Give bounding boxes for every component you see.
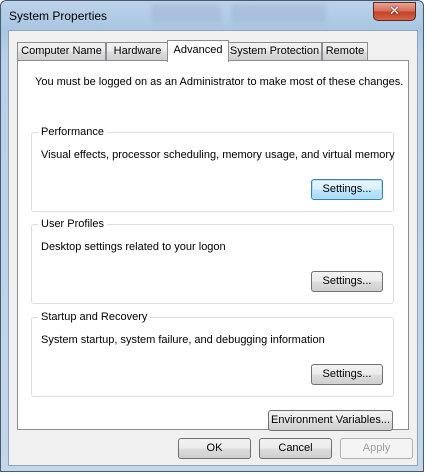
close-button[interactable]: ✕: [373, 2, 416, 21]
startup-recovery-description: System startup, system failure, and debu…: [41, 334, 325, 346]
cancel-button[interactable]: Cancel: [259, 438, 332, 459]
admin-note: You must be logged on as an Administrato…: [35, 76, 404, 88]
user-profiles-description: Desktop settings related to your logon: [41, 241, 226, 253]
startup-recovery-group-title: Startup and Recovery: [38, 311, 151, 323]
window-title: System Properties: [9, 9, 108, 23]
user-profiles-settings-button[interactable]: Settings...: [311, 271, 383, 292]
performance-settings-button[interactable]: Settings...: [311, 179, 383, 200]
tab-computer-name[interactable]: Computer Name: [17, 42, 106, 60]
ok-button[interactable]: OK: [178, 438, 251, 459]
blurred-background: [151, 4, 221, 22]
startup-recovery-group: Startup and Recovery System startup, sys…: [31, 311, 394, 397]
dialog-client-area: Computer Name Hardware Advanced System P…: [8, 30, 418, 466]
close-icon: ✕: [389, 3, 400, 18]
performance-description: Visual effects, processor scheduling, me…: [41, 149, 395, 161]
user-profiles-group-title: User Profiles: [38, 218, 107, 230]
system-properties-window: System Properties ✕ Computer Name Hardwa…: [0, 0, 424, 472]
performance-group-title: Performance: [38, 126, 107, 138]
advanced-tab-page: You must be logged on as an Administrato…: [17, 60, 409, 431]
tab-remote[interactable]: Remote: [322, 42, 368, 60]
startup-recovery-settings-button[interactable]: Settings...: [311, 364, 383, 385]
apply-button[interactable]: Apply: [340, 438, 413, 459]
blurred-background: [231, 4, 326, 22]
tab-hardware[interactable]: Hardware: [106, 42, 169, 60]
tab-advanced[interactable]: Advanced: [167, 40, 229, 62]
tab-system-protection[interactable]: System Protection: [227, 42, 322, 60]
title-bar[interactable]: System Properties ✕: [1, 1, 423, 29]
environment-variables-button[interactable]: Environment Variables...: [268, 410, 393, 431]
user-profiles-group: User Profiles Desktop settings related t…: [31, 218, 394, 304]
performance-group: Performance Visual effects, processor sc…: [31, 126, 395, 212]
